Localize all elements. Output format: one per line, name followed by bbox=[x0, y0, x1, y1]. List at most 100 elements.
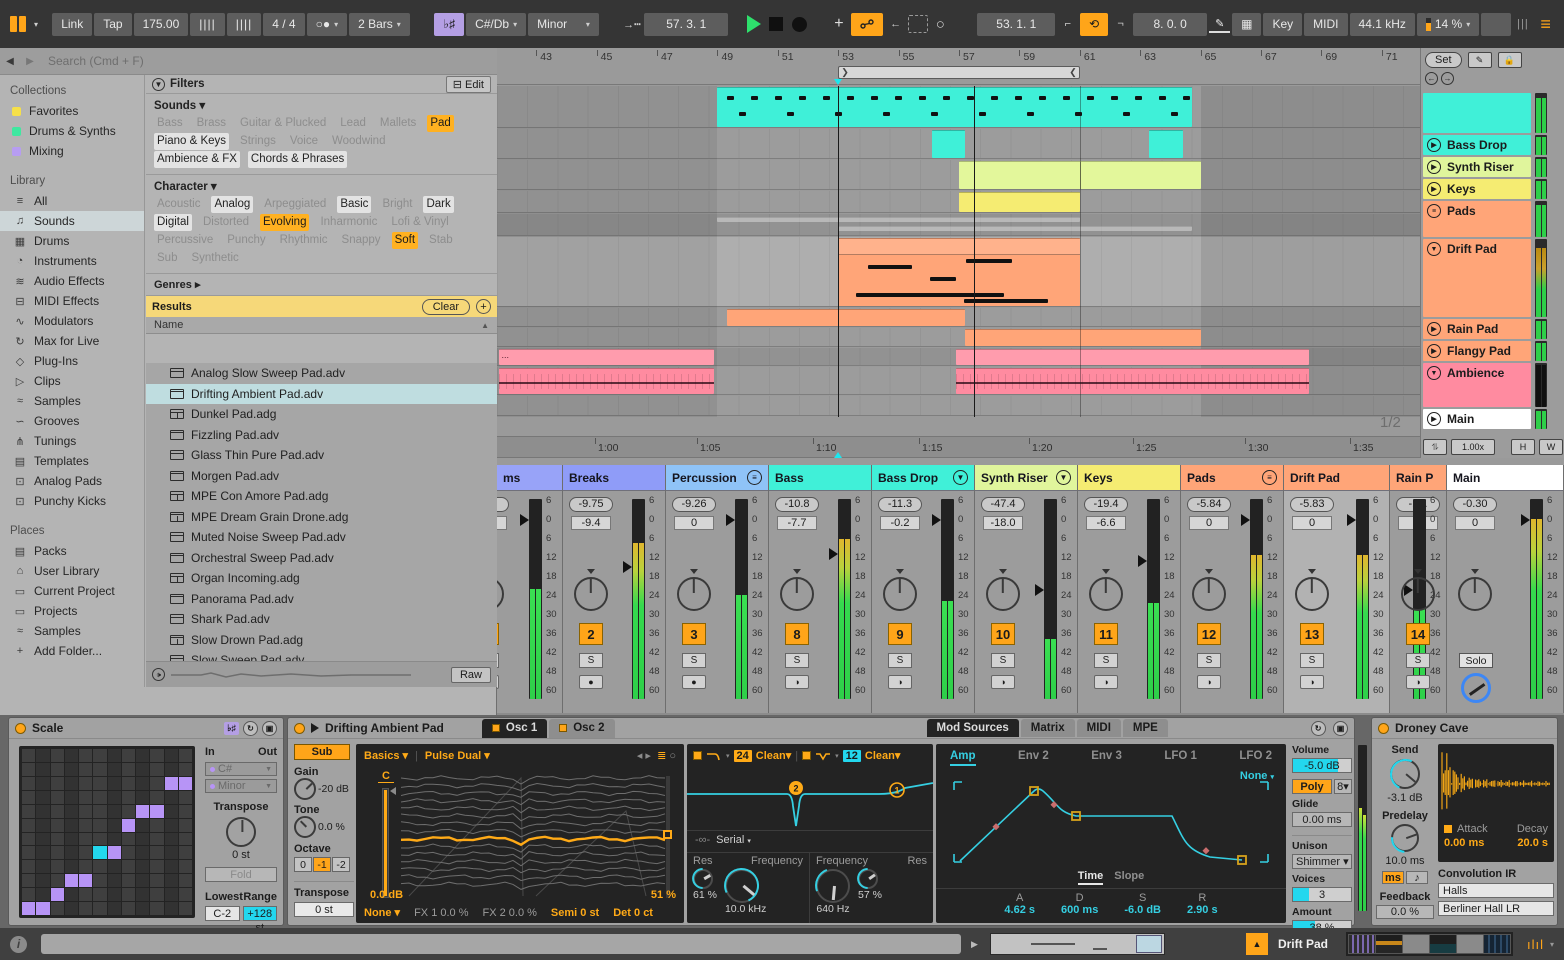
volume-fader-value[interactable]: 0 bbox=[674, 516, 714, 530]
scale-grid-cell[interactable] bbox=[93, 902, 107, 915]
solo-button[interactable]: S bbox=[1300, 653, 1324, 668]
scale-grid-cell[interactable] bbox=[79, 762, 93, 776]
scale-grid-cell[interactable] bbox=[22, 846, 36, 860]
mixer-track-name[interactable]: Drift Pad bbox=[1284, 465, 1389, 491]
filter-tag[interactable]: Digital bbox=[154, 214, 192, 231]
set-button[interactable]: Set bbox=[1425, 52, 1462, 68]
scale-grid-cell[interactable] bbox=[50, 804, 64, 818]
arrangement-clip[interactable] bbox=[717, 87, 1192, 127]
result-item[interactable]: Morgen Pad.adv bbox=[146, 466, 497, 487]
scale-grid-cell[interactable] bbox=[36, 762, 50, 776]
sidebar-library-item[interactable]: ∽ Grooves bbox=[0, 411, 144, 431]
filter-tag[interactable]: Pad bbox=[427, 115, 454, 132]
capture-midi-button[interactable] bbox=[907, 15, 928, 33]
scale-grid-cell[interactable] bbox=[22, 749, 36, 762]
volume-fader-value[interactable]: -7.7 bbox=[777, 516, 817, 530]
scale-grid-cell[interactable] bbox=[150, 818, 164, 832]
scale-grid-cell[interactable] bbox=[136, 902, 150, 915]
arrangement-clip[interactable] bbox=[717, 217, 1080, 222]
sidebar-places-item[interactable]: + Add Folder... bbox=[0, 641, 144, 661]
scale-grid-cell[interactable] bbox=[36, 749, 50, 762]
scale-grid-cell[interactable] bbox=[107, 818, 121, 832]
scale-grid[interactable] bbox=[19, 746, 195, 918]
scale-grid-cell[interactable] bbox=[79, 902, 93, 915]
scale-grid-cell[interactable] bbox=[93, 832, 107, 846]
browser-forward-icon[interactable]: ▶ bbox=[20, 56, 40, 67]
scale-grid-cell[interactable] bbox=[64, 790, 78, 804]
filters-collapse-icon[interactable]: ▼ bbox=[152, 77, 165, 91]
scale-grid-cell[interactable] bbox=[36, 790, 50, 804]
arm-button[interactable]: ● bbox=[682, 675, 706, 689]
scale-grid-cell[interactable] bbox=[50, 874, 64, 888]
result-item[interactable]: Shark Pad.adv bbox=[146, 609, 497, 630]
filter1-slope[interactable]: 24 bbox=[733, 749, 752, 762]
scale-grid-cell[interactable] bbox=[136, 790, 150, 804]
clear-filters-button[interactable]: Clear bbox=[421, 298, 470, 315]
play-icon[interactable]: ▶ bbox=[1427, 412, 1441, 426]
scale-grid-cell[interactable] bbox=[121, 762, 135, 776]
scale-grid-cell[interactable] bbox=[121, 776, 135, 790]
preview-triangle-icon[interactable] bbox=[311, 723, 319, 733]
filter1-circuit[interactable]: Clean▾ bbox=[756, 749, 792, 762]
play-icon[interactable]: ▶ bbox=[1427, 344, 1441, 358]
scale-grid-cell[interactable] bbox=[164, 776, 178, 790]
filter-tag[interactable]: Lead bbox=[337, 115, 369, 132]
scale-grid-cell[interactable] bbox=[93, 749, 107, 762]
scale-grid-cell[interactable] bbox=[164, 888, 178, 902]
scale-grid-cell[interactable] bbox=[107, 749, 121, 762]
scale-grid-cell[interactable] bbox=[136, 846, 150, 860]
fold-icon[interactable]: ▼ bbox=[1056, 470, 1071, 485]
pan-knob[interactable] bbox=[986, 577, 1020, 611]
play-button[interactable] bbox=[743, 13, 764, 36]
playback-speed-field[interactable]: 1.00x bbox=[1451, 439, 1495, 455]
mixer-track-name[interactable]: Percussion ≡ bbox=[666, 465, 768, 491]
scale-grid-cell[interactable] bbox=[150, 804, 164, 818]
scale-grid-cell[interactable] bbox=[121, 749, 135, 762]
scale-grid-cell[interactable] bbox=[36, 804, 50, 818]
pan-knob[interactable] bbox=[780, 577, 814, 611]
scale-grid-cell[interactable] bbox=[64, 818, 78, 832]
pan-knob[interactable] bbox=[1458, 577, 1492, 611]
scale-grid-cell[interactable] bbox=[164, 818, 178, 832]
group-icon[interactable]: ≡ bbox=[1262, 470, 1277, 485]
quantization-menu[interactable]: 2 Bars ▾ bbox=[349, 12, 410, 36]
tab-matrix[interactable]: Matrix bbox=[1020, 719, 1075, 737]
predelay-value[interactable]: 10.0 ms bbox=[1376, 855, 1434, 867]
sidebar-library-item[interactable]: ≋ Audio Effects bbox=[0, 271, 144, 291]
sidebar-places-item[interactable]: ▤ Packs bbox=[0, 541, 144, 561]
wt-table-select[interactable]: Pulse Dual ▾ bbox=[425, 749, 490, 762]
sidebar-collection-item[interactable]: Drums & Synths bbox=[0, 121, 144, 141]
f2-freq-value[interactable]: 640 Hz bbox=[816, 903, 849, 915]
scale-grid-cell[interactable] bbox=[64, 888, 78, 902]
track-header[interactable]: ▶ Rain Pad bbox=[1423, 319, 1531, 339]
track-activator-number[interactable]: 2 bbox=[579, 623, 603, 645]
filter2-slope[interactable]: 12 bbox=[842, 749, 861, 762]
track-header[interactable]: ▼ Ambience bbox=[1423, 363, 1531, 407]
scale-grid-cell[interactable] bbox=[150, 749, 164, 762]
scale-grid-cell[interactable] bbox=[136, 832, 150, 846]
midi-map-button[interactable]: MIDI bbox=[1304, 12, 1348, 36]
scale-grid-cell[interactable] bbox=[22, 804, 36, 818]
key-scale-badge[interactable]: ♭♯ bbox=[434, 12, 465, 36]
loop-length-field[interactable]: 8. 0. 0 bbox=[1132, 12, 1208, 36]
peak-level[interactable]: 31 bbox=[497, 497, 509, 512]
session-record-button[interactable]: ○ bbox=[930, 13, 951, 36]
arm-button[interactable]: ● bbox=[497, 675, 499, 689]
filter-tag[interactable]: Lofi & Vinyl bbox=[388, 214, 451, 231]
play-icon[interactable]: ▶ bbox=[1427, 138, 1441, 152]
arrangement-clip[interactable] bbox=[838, 238, 1080, 306]
arm-button[interactable]: ◑ bbox=[785, 675, 809, 689]
notch-icon[interactable] bbox=[815, 751, 831, 761]
scale-grid-cell[interactable] bbox=[107, 874, 121, 888]
volume-fader-value[interactable]: -18.0 bbox=[983, 516, 1023, 530]
scale-grid-cell[interactable] bbox=[178, 888, 192, 902]
scale-grid-cell[interactable] bbox=[50, 846, 64, 860]
pan-knob[interactable] bbox=[497, 577, 504, 611]
arrangement-clip[interactable] bbox=[956, 349, 1310, 365]
computer-midi-keyboard-button[interactable]: ▦ bbox=[1232, 12, 1262, 36]
play-icon[interactable]: ▶ bbox=[1427, 182, 1441, 196]
result-item[interactable]: Dunkel Pad.adg bbox=[146, 404, 497, 425]
tab-osc1[interactable]: Osc 1 bbox=[481, 718, 548, 738]
pan-knob[interactable] bbox=[1401, 577, 1435, 611]
arm-button[interactable]: ● bbox=[579, 675, 603, 689]
